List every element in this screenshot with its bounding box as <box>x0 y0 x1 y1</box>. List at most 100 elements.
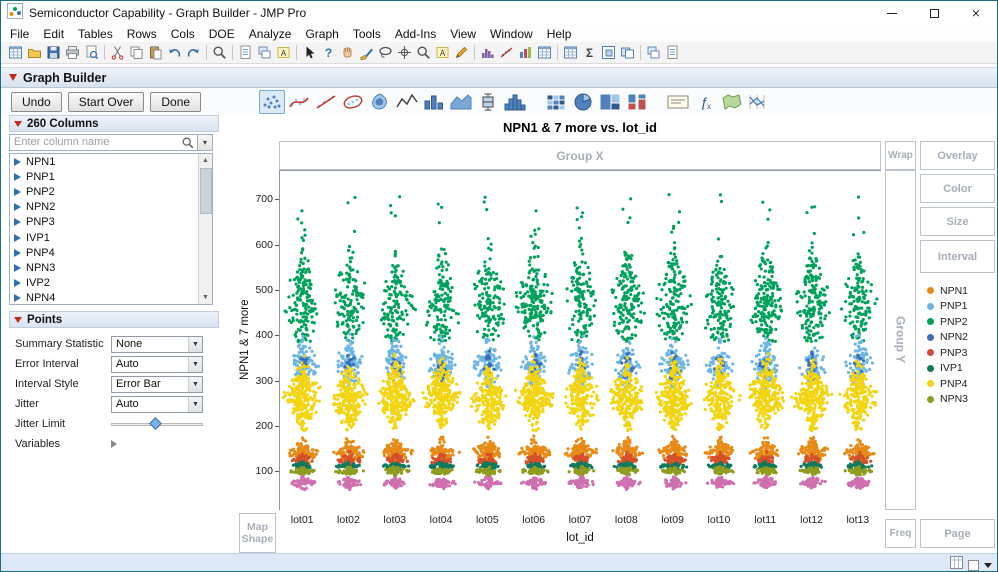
graph-builder-outline-header[interactable]: Graph Builder <box>1 67 997 88</box>
paste-icon[interactable] <box>146 43 165 62</box>
drop-zone-group-x[interactable]: Group X <box>279 141 881 170</box>
scroll-up-icon[interactable]: ▲ <box>199 154 212 167</box>
red-triangle-icon[interactable] <box>14 317 22 323</box>
subset-icon[interactable] <box>599 43 618 62</box>
help-tool-icon[interactable]: ? <box>319 43 338 62</box>
layout-icon[interactable] <box>255 43 274 62</box>
column-item-pnp1[interactable]: PNP1 <box>10 169 212 184</box>
column-search-input[interactable]: Enter column name <box>9 134 198 151</box>
drop-zone-overlay[interactable]: Overlay <box>920 141 995 170</box>
element-formula-icon[interactable]: ƒx <box>692 90 718 114</box>
done-button[interactable]: Done <box>150 92 201 112</box>
redo-icon[interactable] <box>184 43 203 62</box>
drop-zone-interval[interactable]: Interval <box>920 240 995 273</box>
chevron-down-icon[interactable]: ▼ <box>188 377 202 392</box>
element-line-of-fit-icon[interactable] <box>313 90 339 114</box>
column-item-pnp2[interactable]: PNP2 <box>10 184 212 199</box>
save-icon[interactable] <box>44 43 63 62</box>
maximize-icon[interactable] <box>913 1 955 25</box>
menu-tables[interactable]: Tables <box>71 27 120 41</box>
scatter-plot-canvas[interactable] <box>280 171 882 511</box>
status-dropdown-icon[interactable] <box>984 563 992 568</box>
red-triangle-icon[interactable] <box>9 74 17 81</box>
element-smoother-icon[interactable] <box>286 90 312 114</box>
new-journal-icon[interactable] <box>236 43 255 62</box>
join-icon[interactable] <box>618 43 637 62</box>
element-mosaic-icon[interactable] <box>624 90 650 114</box>
drop-zone-map-shape[interactable]: Map Shape <box>239 513 276 553</box>
distribution-icon[interactable] <box>478 43 497 62</box>
menu-add-ins[interactable]: Add-Ins <box>388 27 443 41</box>
element-points-icon[interactable] <box>259 90 285 114</box>
summary-icon[interactable]: Σ <box>580 43 599 62</box>
minimize-icon[interactable] <box>871 1 913 25</box>
columns-panel-header[interactable]: 260 Columns <box>9 115 219 132</box>
element-area-icon[interactable] <box>448 90 474 114</box>
pencil-tool-icon[interactable] <box>452 43 471 62</box>
tabulate-icon[interactable] <box>535 43 554 62</box>
new-data-table-icon[interactable] <box>6 43 25 62</box>
annotate-tool-icon[interactable]: A <box>433 43 452 62</box>
columns-list[interactable]: NPN1PNP1PNP2NPN2PNP3IVP1PNP4NPN3IVP2NPN4… <box>9 153 213 305</box>
menu-file[interactable]: File <box>3 27 36 41</box>
menu-doe[interactable]: DOE <box>202 27 242 41</box>
element-caption-box-icon[interactable] <box>665 90 691 114</box>
element-box-plot-icon[interactable] <box>475 90 501 114</box>
element-histogram-icon[interactable] <box>502 90 528 114</box>
status-box[interactable] <box>968 560 979 571</box>
interval-style-select[interactable]: Error Bar▼ <box>111 376 203 393</box>
error-interval-select[interactable]: Auto▼ <box>111 356 203 373</box>
menu-window[interactable]: Window <box>483 27 540 41</box>
element-heatmap-icon[interactable] <box>543 90 569 114</box>
column-item-ivp2[interactable]: IVP2 <box>10 276 212 291</box>
element-treemap-icon[interactable] <box>597 90 623 114</box>
hand-tool-icon[interactable] <box>338 43 357 62</box>
element-pie-icon[interactable] <box>570 90 596 114</box>
element-parallel-icon[interactable] <box>746 90 772 114</box>
menu-view[interactable]: View <box>443 27 483 41</box>
lasso-tool-icon[interactable] <box>376 43 395 62</box>
element-map-shape-icon[interactable] <box>719 90 745 114</box>
slider-thumb[interactable] <box>149 417 162 430</box>
red-triangle-icon[interactable] <box>14 121 22 127</box>
copy-icon[interactable] <box>127 43 146 62</box>
table-panel-icon[interactable] <box>950 556 963 572</box>
arrow-tool-icon[interactable] <box>300 43 319 62</box>
brush-tool-icon[interactable] <box>357 43 376 62</box>
data-table-icon[interactable] <box>561 43 580 62</box>
drop-zone-wrap[interactable]: Wrap <box>885 141 916 170</box>
windows-icon[interactable] <box>644 43 663 62</box>
log-icon[interactable] <box>663 43 682 62</box>
magnifier-tool-icon[interactable] <box>414 43 433 62</box>
menu-rows[interactable]: Rows <box>120 27 164 41</box>
menu-tools[interactable]: Tools <box>346 27 388 41</box>
jitter-limit-slider[interactable] <box>111 416 203 433</box>
drop-zone-page[interactable]: Page <box>920 519 995 548</box>
column-item-pnp4[interactable]: PNP4 <box>10 245 212 260</box>
undo-icon[interactable] <box>165 43 184 62</box>
summary-statistic-select[interactable]: None▼ <box>111 336 203 353</box>
scroll-thumb[interactable] <box>200 168 212 214</box>
disclosure-triangle-icon[interactable] <box>111 440 117 448</box>
menu-graph[interactable]: Graph <box>298 27 345 41</box>
plot-frame[interactable] <box>279 170 881 510</box>
fit-y-by-x-icon[interactable] <box>497 43 516 62</box>
column-item-npn2[interactable]: NPN2 <box>10 200 212 215</box>
menu-help[interactable]: Help <box>540 27 579 41</box>
columns-scrollbar[interactable]: ▲▼ <box>198 154 212 304</box>
column-item-npn1[interactable]: NPN1 <box>10 154 212 169</box>
column-item-ivp1[interactable]: IVP1 <box>10 230 212 245</box>
magnifier-icon[interactable] <box>210 43 229 62</box>
column-item-npn4[interactable]: NPN4 <box>10 291 212 305</box>
open-icon[interactable] <box>25 43 44 62</box>
cut-icon[interactable] <box>108 43 127 62</box>
menu-analyze[interactable]: Analyze <box>242 27 299 41</box>
graph-builder-icon[interactable] <box>516 43 535 62</box>
column-item-pnp3[interactable]: PNP3 <box>10 215 212 230</box>
drop-zone-group-y[interactable]: Group Y <box>885 170 916 510</box>
chevron-down-icon[interactable]: ▼ <box>188 397 202 412</box>
print-icon[interactable] <box>63 43 82 62</box>
element-ellipse-icon[interactable] <box>340 90 366 114</box>
column-item-npn3[interactable]: NPN3 <box>10 260 212 275</box>
annotate-icon[interactable]: A <box>274 43 293 62</box>
